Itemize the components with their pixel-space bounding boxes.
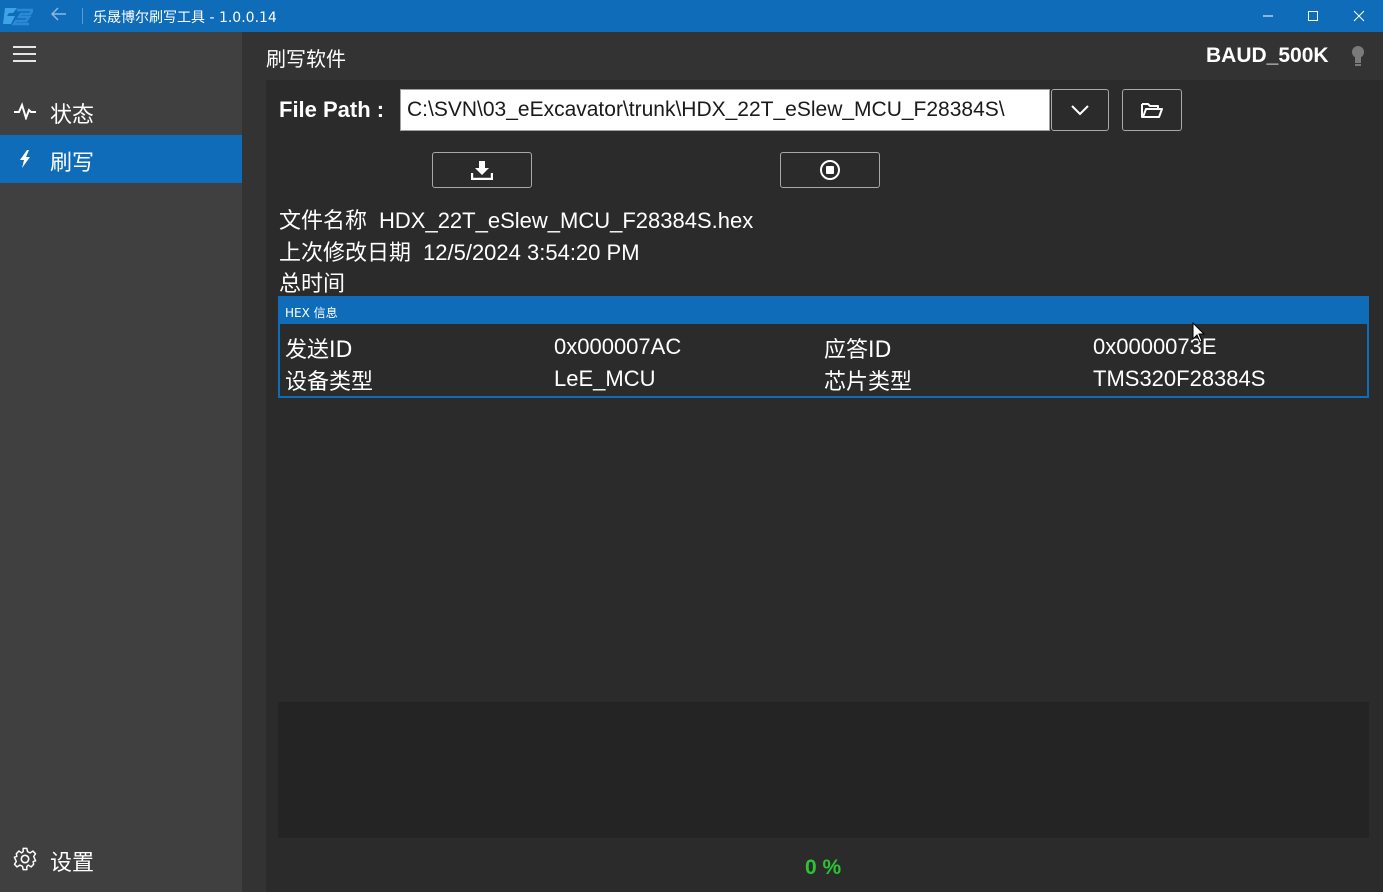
path-dropdown-button[interactable] <box>1051 89 1109 131</box>
sidebar-gutter <box>242 32 266 892</box>
stop-circle-icon <box>820 160 840 180</box>
sidebar-item-status[interactable]: 状态 <box>0 87 242 135</box>
sidebar: 状态 刷写 设置 <box>0 32 242 892</box>
sidebar-item-settings[interactable]: 设置 <box>0 835 242 883</box>
hex-info-panel: HEX 信息 发送ID 0x000007AC 应答ID 0x0000073E 设… <box>278 296 1369 398</box>
file-path-input[interactable]: C:\SVN\03_eExcavator\trunk\HDX_22T_eSlew… <box>400 89 1050 131</box>
sidebar-item-label: 设置 <box>50 851 95 876</box>
progress-percent: 0 % <box>805 856 842 879</box>
chip-type-value: TMS320F28384S <box>1093 366 1266 391</box>
file-path-label: File Path : <box>279 97 385 122</box>
minimize-icon <box>1263 15 1273 17</box>
flash-download-button[interactable] <box>432 152 532 188</box>
stop-button[interactable] <box>780 152 880 188</box>
hex-info-title: HEX 信息 <box>285 306 338 320</box>
close-icon <box>1353 10 1365 22</box>
sidebar-item-flash[interactable]: 刷写 <box>0 135 242 183</box>
log-output-area[interactable] <box>278 702 1369 838</box>
chip-type-label: 芯片类型 <box>824 370 913 395</box>
page-title: 刷写软件 <box>266 47 346 71</box>
close-button[interactable] <box>1336 0 1382 32</box>
last-modified-value: 12/5/2024 3:54:20 PM <box>423 240 640 265</box>
folder-open-icon <box>1141 103 1163 118</box>
send-id-value: 0x000007AC <box>554 334 682 359</box>
device-type-label: 设备类型 <box>285 370 374 395</box>
browse-folder-button[interactable] <box>1122 89 1182 131</box>
file-name-value: HDX_22T_eSlew_MCU_F28384S.hex <box>379 208 754 233</box>
flash-icon <box>13 149 37 169</box>
title-bar: 乐晟博尔刷写工具 - 1.0.0.14 <box>0 0 1383 32</box>
pulse-icon <box>13 101 37 121</box>
mouse-cursor-icon <box>1192 322 1206 343</box>
lightbulb-icon <box>1352 46 1364 66</box>
hamburger-menu-icon[interactable] <box>13 46 37 66</box>
maximize-icon <box>1308 11 1318 21</box>
back-button[interactable] <box>46 4 72 28</box>
window-title: 乐晟博尔刷写工具 - 1.0.0.14 <box>93 10 277 26</box>
total-time-label: 总时间 <box>279 272 346 297</box>
sidebar-item-label: 状态 <box>50 103 95 128</box>
arrow-left-icon <box>50 7 66 21</box>
app-logo-icon <box>3 8 33 26</box>
sidebar-item-label: 刷写 <box>50 151 95 176</box>
baud-rate-label: BAUD_500K <box>1206 44 1329 67</box>
file-name-row: 文件名称 HDX_22T_eSlew_MCU_F28384S.hex <box>279 203 753 235</box>
total-time-row: 总时间 <box>279 266 345 298</box>
response-id-label: 应答ID <box>824 338 892 363</box>
send-id-label: 发送ID <box>285 338 353 363</box>
device-type-value: LeE_MCU <box>554 366 656 391</box>
gear-icon <box>13 847 37 871</box>
title-separator <box>82 8 83 24</box>
maximize-button[interactable] <box>1290 0 1336 32</box>
file-name-label: 文件名称 <box>279 209 368 234</box>
hex-info-header: HEX 信息 <box>280 298 1367 324</box>
minimize-button[interactable] <box>1245 0 1291 32</box>
download-icon <box>471 161 493 180</box>
chevron-down-icon <box>1071 105 1089 116</box>
last-modified-row: 上次修改日期 12/5/2024 3:54:20 PM <box>279 235 640 267</box>
last-modified-label: 上次修改日期 <box>279 241 412 266</box>
